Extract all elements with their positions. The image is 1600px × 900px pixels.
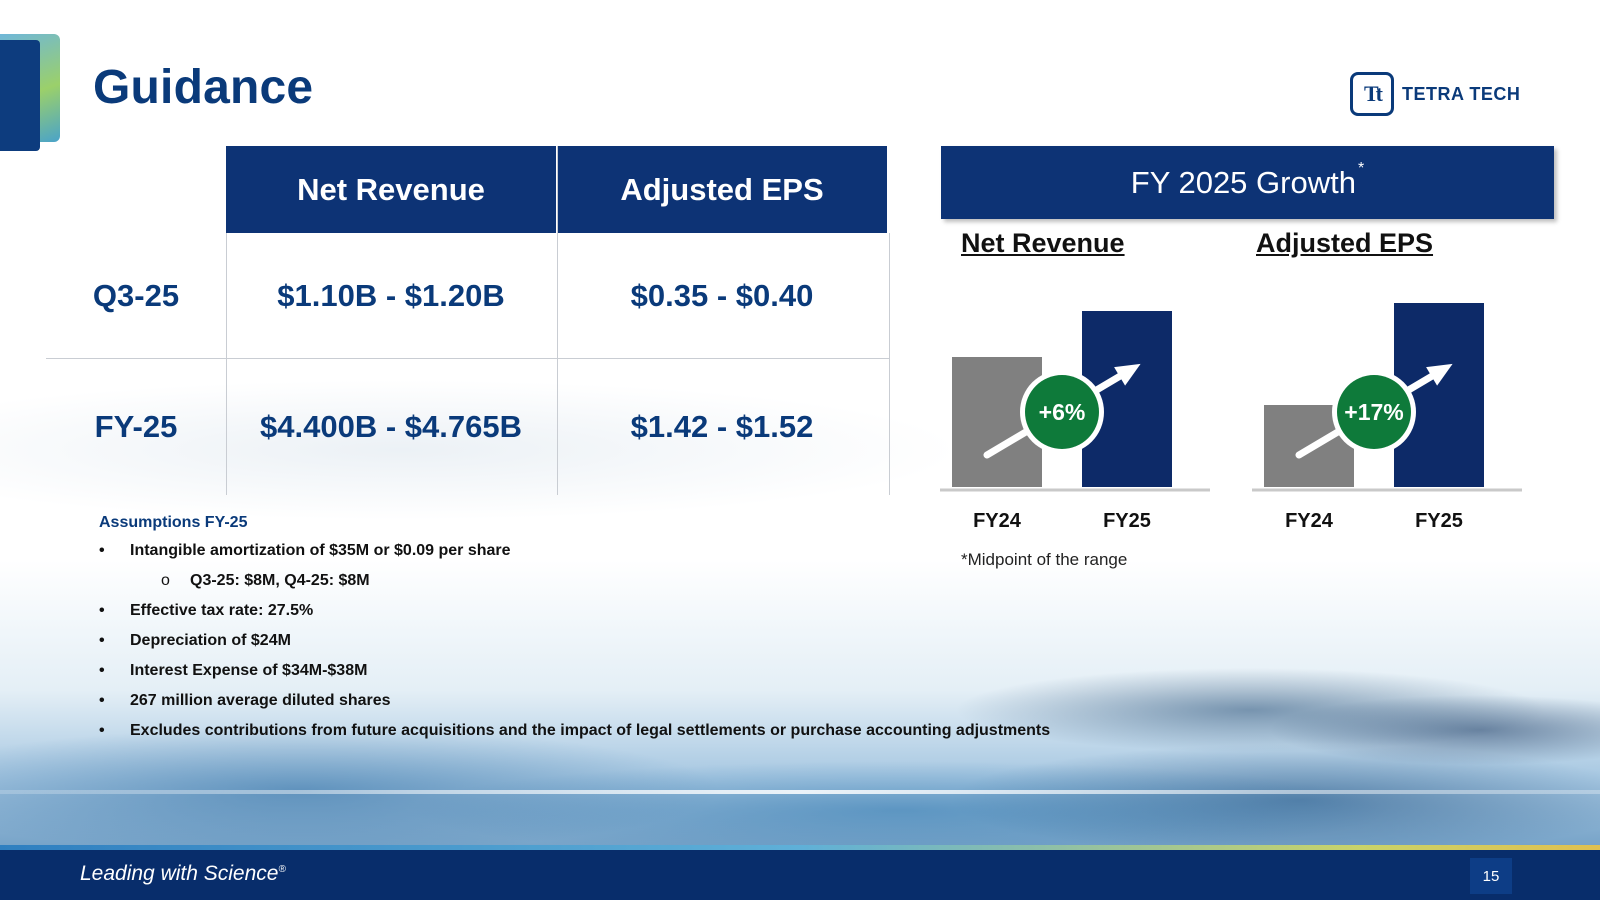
list-item: • Excludes contributions from future acqu… [99,721,1050,751]
table-divider [226,233,227,495]
tagline-text: Leading with Science [80,862,279,885]
background-horizon-line [0,790,1600,794]
chart-title-net-revenue: Net Revenue [961,228,1125,258]
assumptions-title: Assumptions FY-25 [99,514,248,531]
bullet-icon: • [99,692,105,709]
tick-label: FY24 [973,510,1022,532]
growth-label: +17% [1344,399,1403,425]
cell-fy-net-revenue: $4.400B - $4.765B [260,409,522,444]
bullet-icon: • [99,632,105,649]
header-net-revenue: Net Revenue [226,146,556,233]
cell-q3-adjusted-eps: $0.35 - $0.40 [630,277,814,313]
list-item: • Effective tax rate: 27.5% [99,601,1050,631]
assumptions-list: Assumptions FY-25 • Intangible amortizati… [99,514,1050,751]
header-adjusted-eps: Adjusted EPS [557,146,887,233]
bullet-icon: • [99,662,105,679]
list-item: • Depreciation of $24M [99,631,1050,661]
list-item-text: 267 million average diluted shares [130,692,391,709]
list-item: • Intangible amortization of $35M or $0.0… [99,541,1050,571]
list-item: o Q3-25: $8M, Q4-25: $8M [99,571,1050,601]
bullet-icon: • [99,722,105,739]
list-item: • Interest Expense of $34M-$38M [99,661,1050,691]
list-item-text: Q3-25: $8M, Q4-25: $8M [190,572,370,589]
table-divider [557,146,558,495]
page-title: Guidance [93,61,314,114]
growth-footnote: *Midpoint of the range [961,550,1128,569]
list-item-text: Intangible amortization of $35M or $0.09… [130,542,511,559]
growth-charts: +6% FY24 FY25 +17% FY24 FY25 [940,303,1522,532]
logo-mark-icon: Tt [1350,72,1394,116]
tick-label: FY25 [1415,510,1463,532]
table-divider [46,358,889,359]
list-item: • 267 million average diluted shares [99,691,1050,721]
growth-header: FY 2025 Growth * [941,146,1554,219]
bullet-icon: • [99,542,105,559]
bullet-icon: • [99,602,105,619]
row-label-fy: FY-25 [94,409,178,444]
list-item-text: Depreciation of $24M [130,632,291,649]
company-logo: Tt TETRA TECH [1350,72,1520,116]
tagline-mark: ® [278,864,286,875]
table-divider [889,233,890,495]
growth-title-mark: * [1357,159,1365,177]
growth-label: +6% [1039,399,1086,425]
tick-label: FY25 [1103,510,1151,532]
tick-label: FY24 [1285,510,1334,532]
cell-q3-net-revenue: $1.10B - $1.20B [277,277,505,313]
list-item-text: Excludes contributions from future acqui… [130,722,1051,739]
cell-fy-adjusted-eps: $1.42 - $1.52 [630,409,814,444]
page-number: 15 [1470,858,1512,894]
sub-bullet-icon: o [161,572,170,589]
list-item-text: Effective tax rate: 27.5% [130,602,314,619]
chart-title-adjusted-eps: Adjusted EPS [1256,228,1434,258]
row-label-q3: Q3-25 [92,277,180,313]
footer-tagline: Leading with Science® [80,862,286,886]
logo-text: TETRA TECH [1402,83,1521,104]
growth-title: FY 2025 Growth [1130,164,1356,200]
title-accent-bar [0,40,40,151]
list-item-text: Interest Expense of $34M-$38M [130,662,368,679]
